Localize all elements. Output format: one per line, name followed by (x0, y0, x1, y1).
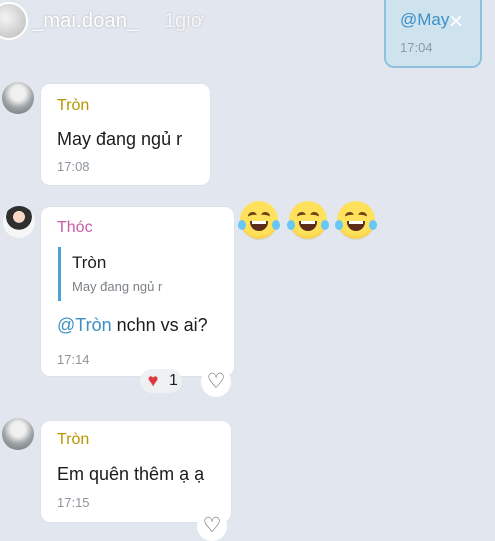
quoted-sender: Tròn (72, 253, 107, 272)
previous-message-mention[interactable]: @May (400, 10, 449, 30)
message-text: @Tròn nchn vs ai? (57, 315, 208, 336)
message-time: 17:15 (57, 495, 90, 510)
heart-icon: ♥ (148, 371, 159, 390)
previous-message-time: 17:04 (400, 40, 433, 55)
quoted-text: May đang ngủ r (72, 279, 163, 294)
avatar-tron[interactable] (2, 418, 34, 450)
message-time: 17:14 (57, 352, 90, 367)
message-body: nchn vs ai? (116, 315, 208, 335)
message-bubble-3[interactable]: Tròn Em quên thêm ạ ạ 17:15 (41, 421, 231, 522)
reaction-count: 1 (169, 372, 178, 389)
reaction-pill[interactable]: ♥ 1 (140, 369, 182, 393)
avatar-tron[interactable] (2, 82, 34, 114)
story-avatar[interactable] (0, 2, 28, 40)
close-icon[interactable]: × (449, 8, 463, 36)
sender-name: Tròn (57, 431, 90, 448)
laugh-icon[interactable] (335, 201, 377, 239)
avatar-thoc[interactable] (3, 206, 35, 238)
message-text: Em quên thêm ạ ạ (57, 464, 205, 484)
story-time: 1giờ (164, 10, 204, 32)
message-text: May đang ngủ r (57, 129, 183, 149)
laugh-icon[interactable] (238, 201, 280, 239)
message-time: 17:08 (57, 159, 90, 174)
laugh-icon[interactable] (287, 201, 329, 239)
message-bubble-1[interactable]: Tròn May đang ngủ r 17:08 (41, 84, 210, 185)
heart-outline-icon[interactable]: ♡ (201, 367, 231, 397)
heart-outline-icon[interactable]: ♡ (197, 511, 227, 541)
sender-name: Tròn (57, 97, 90, 114)
sender-name: Thóc (57, 219, 93, 236)
story-username[interactable]: _mai.doan_ (32, 10, 139, 33)
previous-message-bubble: @May 17:04 (384, 0, 482, 68)
message-bubble-2[interactable]: Thóc Tròn May đang ngủ r @Tròn nchn vs a… (41, 207, 234, 376)
emoji-reactions (238, 198, 378, 243)
mention-link[interactable]: @Tròn (57, 315, 112, 335)
quoted-message[interactable]: Tròn May đang ngủ r (58, 247, 239, 301)
